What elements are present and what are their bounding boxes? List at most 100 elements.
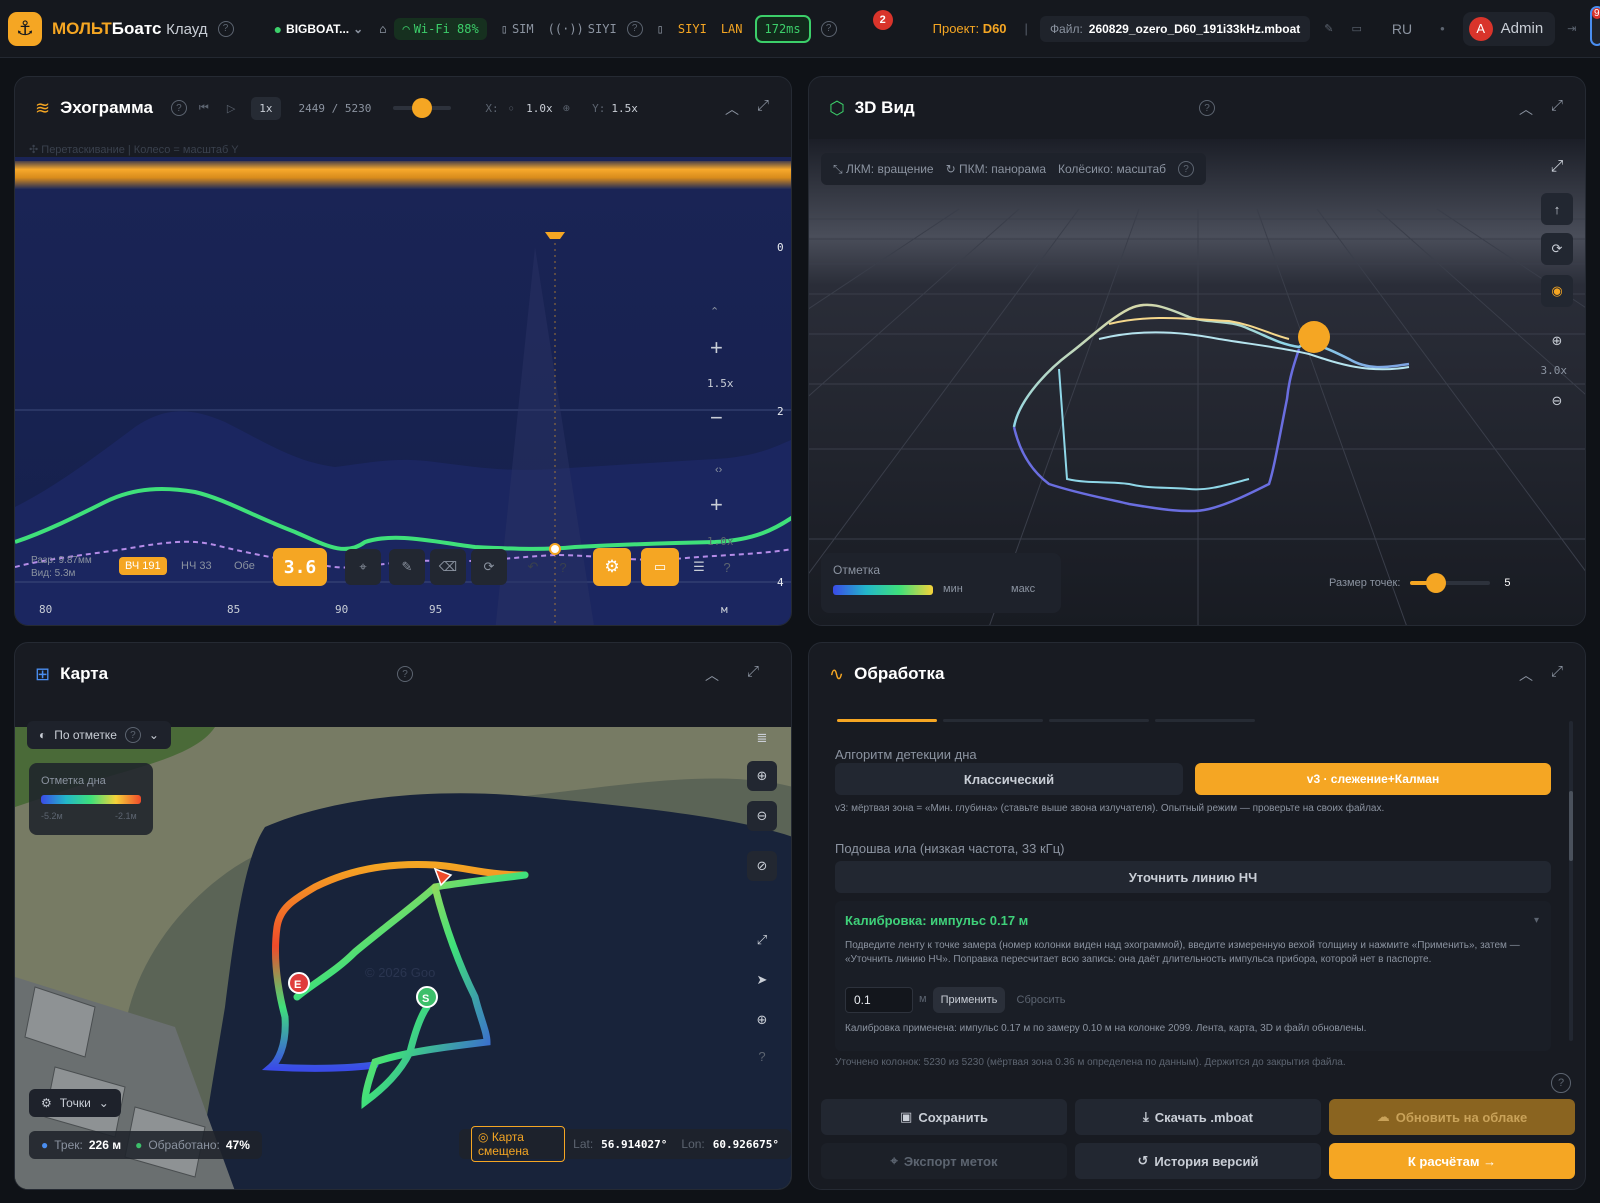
scrollbar-thumb[interactable] [1569,791,1573,861]
reset-view-icon[interactable]: ⟳ [1541,233,1573,265]
algo-v3-button[interactable]: v3 · слежение+Калман [1195,763,1551,795]
start-marker-label: S [422,993,429,1005]
help-icon[interactable]: ? [397,666,413,682]
tab-indicator[interactable] [1155,719,1255,722]
playback-slider[interactable] [393,98,452,118]
save-button[interactable]: ▣ Сохранить [821,1099,1067,1135]
layers-icon[interactable]: ≣ [747,723,777,753]
collapse-icon[interactable]: ︿ [1519,99,1533,119]
calibration-title[interactable]: Калибровка: импульс 0.17 м [845,913,1028,928]
fullscreen-icon[interactable]: ▭ [1351,22,1361,35]
point-size-slider[interactable] [1410,573,1491,593]
edge-notification[interactable]: 9 [1590,6,1600,46]
fullscreen-icon[interactable]: ⤢ [1541,151,1573,183]
collapse-icon[interactable]: ︿ [725,99,739,119]
robot-icon: ⌂ [379,21,387,36]
user-menu[interactable]: A Admin [1462,11,1556,46]
help-icon[interactable]: ? [820,20,837,37]
zoom-out-icon[interactable]: ⊖ [1541,385,1573,417]
scrollbar[interactable] [1569,721,1573,1041]
y-scale-value: 1.5x [611,101,638,115]
refresh-icon[interactable]: ⟳ [471,549,507,585]
both-channels-button[interactable]: Обе [234,560,255,572]
gear-icon[interactable]: ⚙ [593,548,631,586]
lf-channel-button[interactable]: НЧ 33 [181,560,212,572]
slider-handle[interactable] [412,98,433,118]
logout-icon[interactable]: ⇥ [1567,22,1576,35]
update-cloud-button[interactable]: ☁ Обновить на облаке [1329,1099,1575,1135]
zoom-y-up-icon[interactable]: ⌃ [710,306,719,318]
collapse-icon[interactable]: ︿ [705,665,719,685]
help-icon[interactable]: ? [626,20,643,37]
arrow-up-icon[interactable]: ↑ [1541,193,1573,225]
x-plus-icon[interactable]: ⊕ [563,103,571,114]
rotate-icon: ⤡ [833,161,846,176]
monitor-icon[interactable]: ▭ [641,548,679,586]
help-icon[interactable]: ? [124,727,141,743]
zoom-in-icon[interactable]: ⊕ [1541,325,1573,357]
collapse-icon[interactable]: ︿ [1519,665,1533,685]
expand-icon[interactable]: ⤢ [757,97,769,114]
color-mode-dropdown[interactable]: ◐ По отметке ? ⌄ [27,721,171,749]
history-button[interactable]: ↺ История версий [1075,1143,1321,1179]
help-icon[interactable]: ? [751,1045,773,1067]
anchor-logo-icon[interactable]: ⚓ [8,11,42,46]
points-dropdown[interactable]: ⚙ Точки ⌄ [29,1089,121,1117]
chevron-down-icon[interactable]: ▾ [1534,915,1539,926]
help-icon[interactable]: ? [1178,161,1194,177]
depth-tick: 2 [777,405,784,418]
zoom-out-icon[interactable]: ⊖ [747,801,777,831]
help-icon[interactable]: ? [217,20,234,37]
notification-badge[interactable]: 2 [872,9,893,30]
help-icon[interactable]: ? [170,100,187,116]
skip-back-icon[interactable]: ⏮ [199,102,209,115]
help-icon[interactable]: ? [713,553,741,581]
tab-indicator-active[interactable] [837,719,937,722]
device-selector[interactable]: ● BIGBOAT... ⌄ [274,21,364,37]
ruler-icon[interactable]: ⊘ [747,851,777,881]
pan-hint: ↻ ПКМ: панорама [945,162,1047,176]
help-icon[interactable]: ? [1199,100,1215,116]
refine-lf-button[interactable]: Уточнить линию НЧ [835,861,1551,893]
pin-icon[interactable]: ⌖ [345,549,381,585]
help-icon[interactable]: ? [1551,1073,1571,1093]
expand-icon[interactable]: ⤢ [747,663,759,680]
fullscreen-icon[interactable]: ⤢ [747,925,777,955]
cloud-icon: ☁ [1376,1109,1390,1124]
pencil-icon[interactable]: ✎ [389,549,425,585]
algo-classic-button[interactable]: Классический [835,763,1183,795]
zoom-y-plus-icon[interactable]: + [710,335,723,360]
expand-icon[interactable]: ⤢ [1551,663,1563,680]
apply-button[interactable]: Применить [933,987,1005,1013]
locate-icon[interactable]: ⊕ [747,1005,777,1035]
zoom-x-arrows-icon[interactable]: ‹› [715,464,723,476]
x-minus-icon[interactable]: ○ [509,103,514,113]
export-marks-button[interactable]: ⌖ Экспорт меток [821,1143,1067,1179]
expand-icon[interactable]: ⤢ [1551,97,1563,114]
play-icon[interactable]: ▷ [227,102,235,115]
zoom-x-plus-icon[interactable]: + [710,492,723,517]
undo-icon[interactable]: ↶ [519,553,547,581]
zoom-y-minus-icon[interactable]: − [710,405,723,430]
slider-handle[interactable] [1426,573,1447,593]
help-icon[interactable]: ? [549,553,577,581]
zoom-in-icon[interactable]: ⊕ [747,761,777,791]
tab-indicator[interactable] [1049,719,1149,722]
reset-button[interactable]: Сбросить [1011,987,1071,1013]
calibration-input[interactable]: 0.1 [845,987,913,1013]
go-to-calculations-button[interactable]: К расчётам → [1329,1143,1575,1179]
tab-indicator[interactable] [943,719,1043,722]
edit-icon[interactable]: ✎ [1324,22,1333,35]
divider: | [1024,21,1028,36]
eraser-icon[interactable]: ⌫ [430,549,466,585]
download-button[interactable]: ⤓ Скачать .mboat [1075,1099,1321,1135]
language-switch[interactable]: RU [1392,21,1412,37]
legend-gradient [833,585,933,595]
navigate-icon[interactable]: ➤ [747,965,777,995]
layout-icon[interactable]: ☰ [685,553,713,581]
speed-button[interactable]: 1x [251,96,281,120]
hf-channel-button[interactable]: ВЧ 191 [119,557,167,575]
map-shifted-button[interactable]: ◎ Карта смещена [471,1126,566,1162]
pin-icon: ⌖ [890,1153,898,1168]
eye-icon[interactable]: ◉ [1541,275,1573,307]
